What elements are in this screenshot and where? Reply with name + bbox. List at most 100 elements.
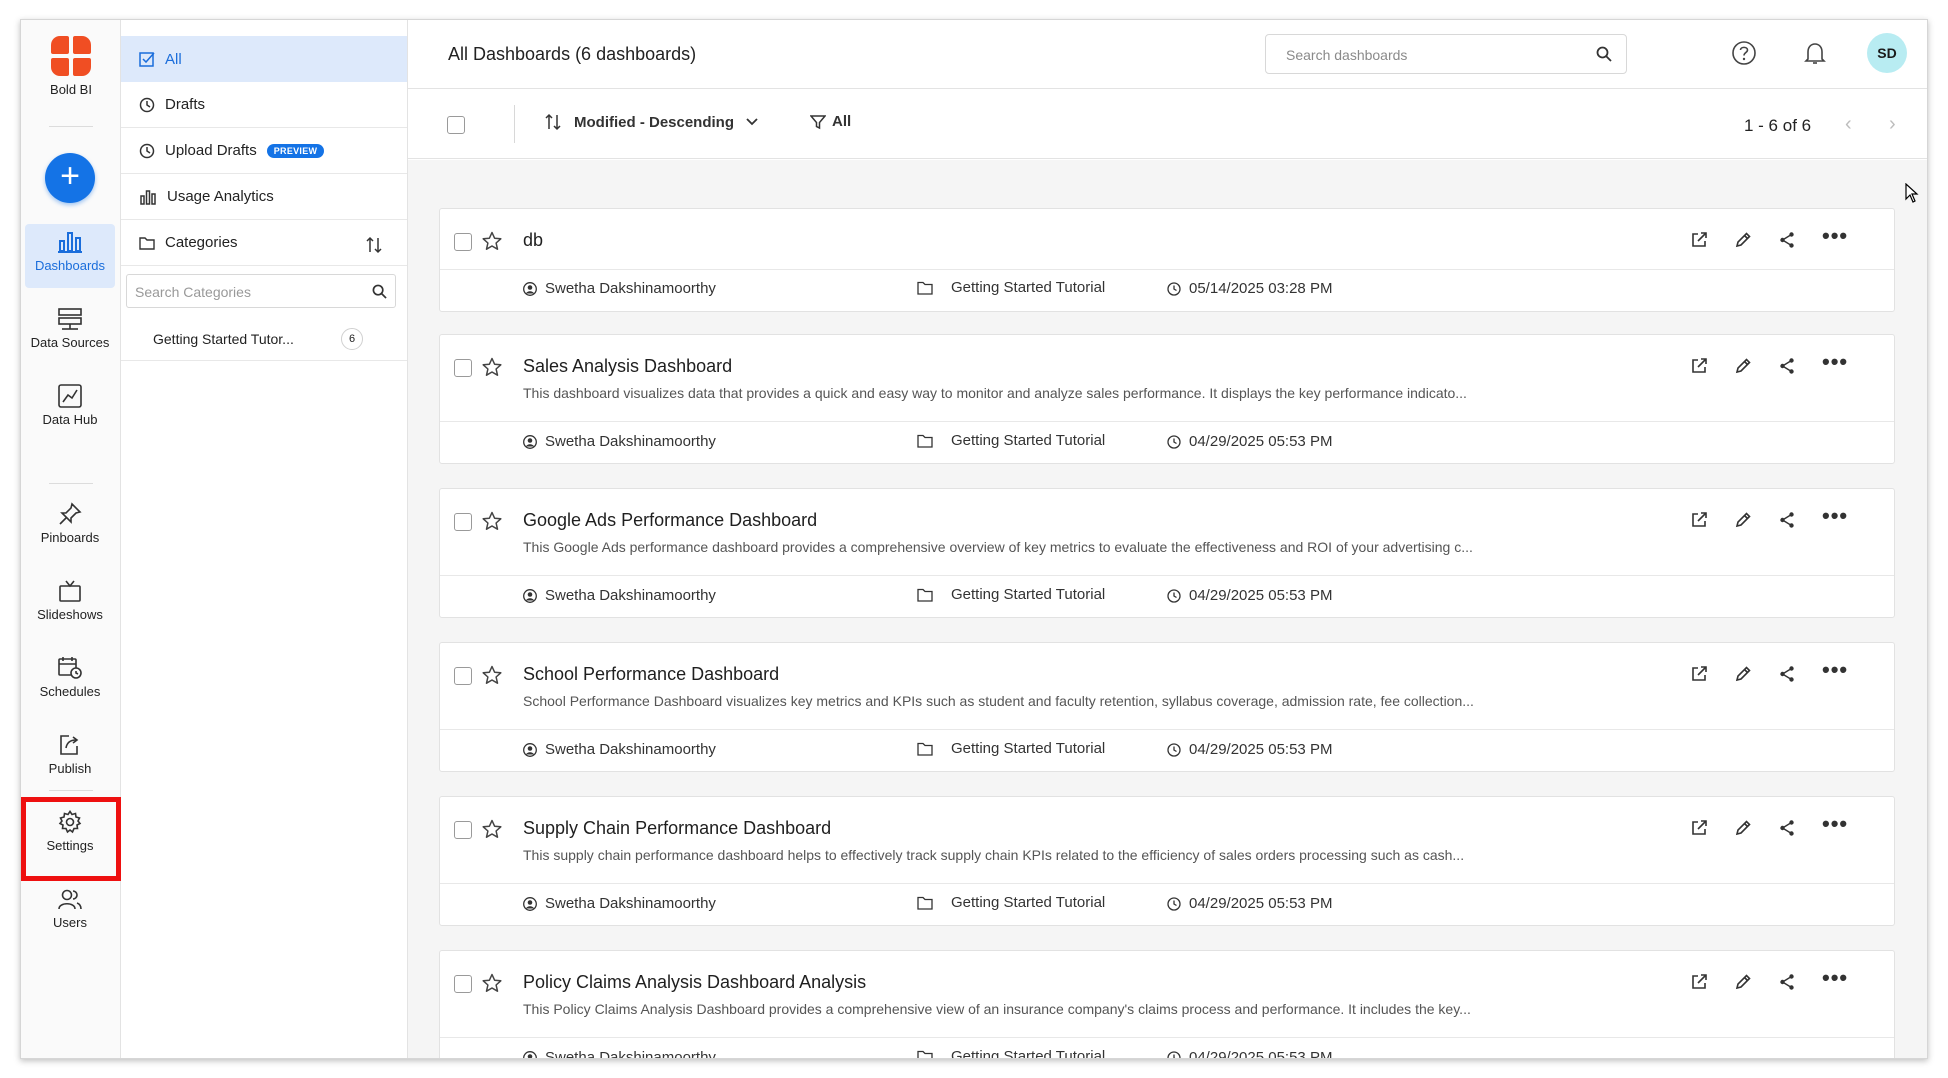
- panel-item-categories[interactable]: Categories: [121, 220, 407, 266]
- help-icon[interactable]: [1731, 40, 1757, 66]
- nav-item-data-sources[interactable]: Data Sources: [25, 301, 115, 365]
- share-icon[interactable]: [1778, 357, 1796, 375]
- panel-item-usage-analytics[interactable]: Usage Analytics: [121, 174, 407, 220]
- folder-icon: [917, 1050, 933, 1058]
- edit-button[interactable]: [1734, 511, 1778, 533]
- edit-pencil-icon[interactable]: [1734, 665, 1752, 683]
- dashboard-card[interactable]: Google Ads Performance Dashboard This Goo…: [439, 488, 1895, 618]
- share-icon[interactable]: [1778, 819, 1796, 837]
- share-icon[interactable]: [1778, 973, 1796, 991]
- nav-item-pinboards[interactable]: Pinboards: [25, 496, 115, 560]
- share-button[interactable]: [1778, 819, 1822, 841]
- open-new-tab-icon[interactable]: [1690, 511, 1708, 529]
- share-icon[interactable]: [1778, 231, 1796, 249]
- dashboard-title[interactable]: Supply Chain Performance Dashboard: [523, 818, 831, 839]
- next-page-icon[interactable]: ›: [1889, 114, 1896, 134]
- open-button[interactable]: [1690, 819, 1734, 841]
- dashboard-title[interactable]: School Performance Dashboard: [523, 664, 779, 685]
- dashboard-title[interactable]: Sales Analysis Dashboard: [523, 356, 732, 377]
- favorite-star-icon[interactable]: [482, 665, 502, 685]
- open-new-tab-icon[interactable]: [1690, 357, 1708, 375]
- nav-item-users[interactable]: Users: [25, 881, 115, 945]
- panel-item-label: Categories: [165, 234, 238, 251]
- panel-item-upload-drafts[interactable]: Upload Drafts PREVIEW: [121, 128, 407, 174]
- dashboard-checkbox[interactable]: [454, 667, 472, 685]
- edit-pencil-icon[interactable]: [1734, 231, 1752, 249]
- more-options-icon[interactable]: •••: [1822, 967, 1866, 995]
- dashboard-card[interactable]: Sales Analysis Dashboard This dashboard v…: [439, 334, 1895, 464]
- open-button[interactable]: [1690, 511, 1734, 533]
- open-new-tab-icon[interactable]: [1690, 973, 1708, 991]
- open-new-tab-icon[interactable]: [1690, 231, 1708, 249]
- dashboard-checkbox[interactable]: [454, 359, 472, 377]
- more-options-icon[interactable]: •••: [1822, 225, 1866, 253]
- edit-button[interactable]: [1734, 973, 1778, 995]
- avatar[interactable]: SD: [1867, 33, 1907, 73]
- dashboard-checkbox[interactable]: [454, 975, 472, 993]
- dashboard-title[interactable]: db: [523, 230, 543, 251]
- favorite-star-icon[interactable]: [482, 973, 502, 993]
- open-button[interactable]: [1690, 973, 1734, 995]
- share-button[interactable]: [1778, 231, 1822, 253]
- bell-icon[interactable]: [1802, 40, 1828, 66]
- favorite-star-icon[interactable]: [482, 511, 502, 531]
- edit-button[interactable]: [1734, 819, 1778, 841]
- select-all-checkbox[interactable]: [447, 116, 465, 134]
- open-button[interactable]: [1690, 231, 1734, 253]
- dashboard-checkbox[interactable]: [454, 233, 472, 251]
- dashboard-title[interactable]: Policy Claims Analysis Dashboard Analysi…: [523, 972, 866, 993]
- share-icon[interactable]: [1778, 511, 1796, 529]
- category-count-badge: 6: [341, 328, 363, 350]
- prev-page-icon[interactable]: ‹: [1845, 114, 1852, 134]
- nav-item-data-hub[interactable]: Data Hub: [25, 378, 115, 442]
- dashboard-checkbox[interactable]: [454, 513, 472, 531]
- filter-button[interactable]: All: [810, 113, 851, 130]
- dashboard-title[interactable]: Google Ads Performance Dashboard: [523, 510, 817, 531]
- favorite-star-icon[interactable]: [482, 231, 502, 251]
- more-options-icon[interactable]: •••: [1822, 813, 1866, 841]
- dashboard-checkbox[interactable]: [454, 821, 472, 839]
- edit-button[interactable]: [1734, 357, 1778, 379]
- open-button[interactable]: [1690, 357, 1734, 379]
- edit-pencil-icon[interactable]: [1734, 973, 1752, 991]
- nav-item-publish[interactable]: Publish: [25, 727, 115, 791]
- panel-item-drafts[interactable]: Drafts: [121, 82, 407, 128]
- edit-button[interactable]: [1734, 231, 1778, 253]
- open-new-tab-icon[interactable]: [1690, 665, 1708, 683]
- open-new-tab-icon[interactable]: [1690, 819, 1708, 837]
- app-logo[interactable]: Bold BI: [45, 36, 97, 97]
- sort-dropdown[interactable]: Modified - Descending: [544, 113, 770, 131]
- dashboard-card[interactable]: School Performance Dashboard School Perfo…: [439, 642, 1895, 772]
- panel-item-all[interactable]: All: [121, 36, 407, 82]
- open-button[interactable]: [1690, 665, 1734, 687]
- share-button[interactable]: [1778, 973, 1822, 995]
- clock-icon: [1167, 434, 1181, 449]
- more-options-icon[interactable]: •••: [1822, 351, 1866, 379]
- checkbox-icon: [139, 52, 155, 67]
- share-button[interactable]: [1778, 665, 1822, 687]
- dashboard-card[interactable]: Policy Claims Analysis Dashboard Analysi…: [439, 950, 1895, 1058]
- share-icon[interactable]: [1778, 665, 1796, 683]
- folder-icon: [917, 588, 933, 602]
- sort-icon[interactable]: [365, 236, 383, 254]
- edit-pencil-icon[interactable]: [1734, 511, 1752, 529]
- share-button[interactable]: [1778, 357, 1822, 379]
- favorite-star-icon[interactable]: [482, 357, 502, 377]
- more-options-icon[interactable]: •••: [1822, 659, 1866, 687]
- search-dashboards-input[interactable]: Search dashboards: [1265, 34, 1627, 74]
- nav-item-slideshows[interactable]: Slideshows: [25, 573, 115, 637]
- nav-item-schedules[interactable]: Schedules: [25, 650, 115, 714]
- share-button[interactable]: [1778, 511, 1822, 533]
- edit-pencil-icon[interactable]: [1734, 819, 1752, 837]
- sort-icon: [545, 113, 561, 131]
- dashboard-card[interactable]: Supply Chain Performance Dashboard This s…: [439, 796, 1895, 926]
- more-options-icon[interactable]: •••: [1822, 505, 1866, 533]
- dashboard-card[interactable]: db ••• Swetha Dakshinamoorthy Getting Start…: [439, 208, 1895, 312]
- search-categories-input[interactable]: Search Categories: [126, 274, 396, 308]
- edit-pencil-icon[interactable]: [1734, 357, 1752, 375]
- nav-item-dashboards[interactable]: Dashboards: [25, 224, 115, 288]
- category-item[interactable]: Getting Started Tutor... 6: [121, 319, 407, 361]
- favorite-star-icon[interactable]: [482, 819, 502, 839]
- edit-button[interactable]: [1734, 665, 1778, 687]
- create-button[interactable]: +: [45, 153, 95, 203]
